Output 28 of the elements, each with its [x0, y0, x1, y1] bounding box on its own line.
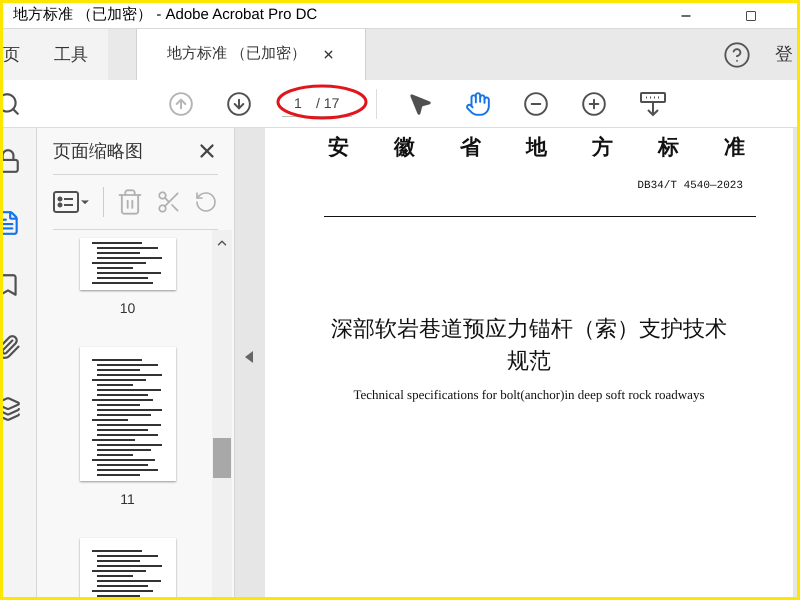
tab[interactable]: 页	[3, 29, 34, 80]
panel-title: 页面缩略图	[53, 140, 143, 162]
scrollbar-thumb[interactable]	[213, 438, 231, 478]
next-page-icon	[226, 90, 252, 116]
document-title: 深部软岩巷道预应力锚杆（索）支护技术规范	[330, 315, 728, 375]
view-options-button[interactable]	[53, 191, 91, 213]
collapse-arrow-icon[interactable]	[245, 350, 253, 362]
scrollbar[interactable]	[212, 230, 232, 597]
page-number: 11	[120, 490, 135, 509]
zoom-out-icon	[523, 90, 549, 116]
window-title: 地方标准 （已加密） - Adobe Acrobat Pro DC	[13, 5, 318, 26]
maximize-icon[interactable]	[745, 10, 757, 22]
zoom-in-icon	[581, 90, 607, 116]
close-icon[interactable]	[322, 48, 336, 61]
page-thumbnail[interactable]	[80, 238, 176, 290]
help-icon[interactable]	[723, 40, 751, 68]
tab[interactable]: 工具	[34, 29, 108, 80]
previous-page-icon	[168, 90, 194, 116]
page-thumbnail[interactable]	[80, 347, 176, 481]
standard-code: DB34/T 4540—2023	[637, 178, 743, 194]
page-number: 10	[120, 299, 136, 318]
document-heading: 安徽省地方标准	[328, 134, 790, 161]
hand-icon	[465, 90, 491, 116]
scroll-mode-icon	[639, 90, 667, 116]
sign-in-link[interactable]: 登	[775, 41, 793, 68]
english-subtitle: Technical specifications for bolt(anchor)in deep soft rock roadways	[353, 386, 705, 404]
tab[interactable]: 地方标准 （已加密）	[136, 29, 366, 80]
page-thumbnail[interactable]	[80, 538, 176, 597]
